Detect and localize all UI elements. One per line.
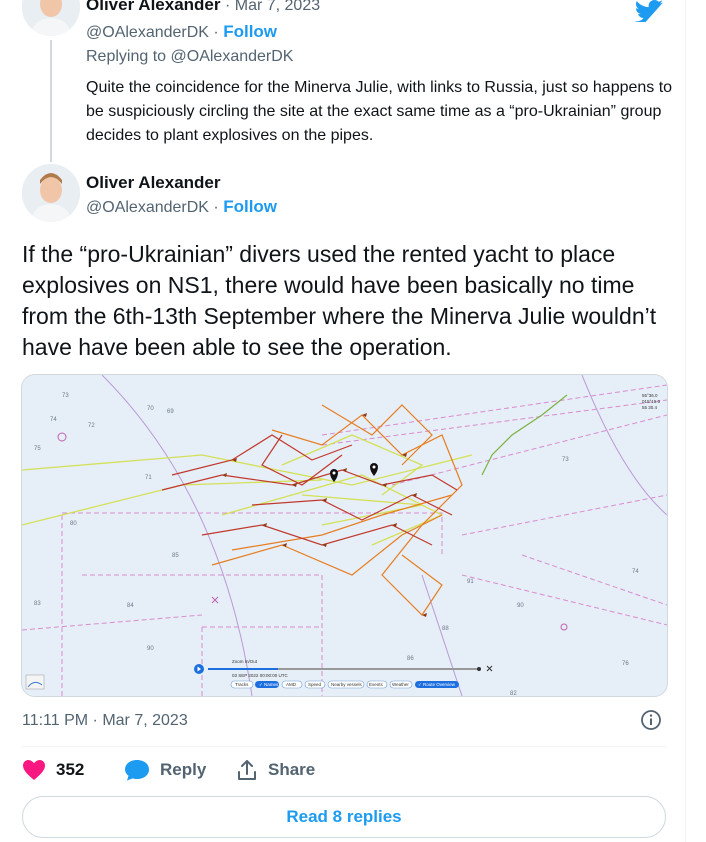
svg-text:86: 86 — [407, 656, 414, 662]
svg-text:90: 90 — [147, 646, 154, 652]
svg-text:AMD: AMD — [286, 682, 297, 687]
share-button[interactable]: Share — [236, 759, 315, 781]
svg-text:Events: Events — [369, 682, 384, 687]
svg-text:76: 76 — [622, 661, 629, 667]
avatar[interactable] — [22, 164, 80, 222]
svg-text:75: 75 — [34, 446, 41, 452]
author-name[interactable]: Oliver Alexander — [86, 173, 221, 193]
svg-text:73: 73 — [562, 457, 569, 463]
svg-text:015°15.0: 015°15.0 — [642, 399, 661, 404]
svg-text:✓ Route Overview: ✓ Route Overview — [418, 682, 456, 687]
reply-bubble-icon — [125, 760, 149, 781]
svg-text:74: 74 — [632, 569, 639, 575]
svg-text:73: 73 — [62, 393, 69, 399]
info-icon[interactable] — [640, 709, 662, 736]
svg-text:85: 85 — [172, 553, 179, 559]
follow-button[interactable]: Follow — [223, 22, 277, 41]
svg-text:Weather: Weather — [392, 682, 409, 687]
author-handle[interactable]: @OAlexanderDK — [86, 199, 209, 216]
share-icon — [238, 760, 256, 780]
tweet-timestamp[interactable]: 11:11 PM · Mar 7, 2023 — [22, 712, 188, 730]
follow-button[interactable]: Follow — [223, 197, 277, 216]
replying-to: Replying to @OAlexanderDK — [86, 48, 294, 65]
svg-text:74: 74 — [50, 417, 57, 423]
svg-text:80: 80 — [70, 521, 77, 527]
svg-text:Tracks: Tracks — [235, 682, 249, 687]
heart-icon — [23, 760, 45, 780]
avatar[interactable] — [22, 0, 80, 36]
svg-text:70: 70 — [147, 406, 154, 412]
like-count: 352 — [56, 760, 85, 779]
svg-text:71: 71 — [145, 475, 152, 481]
author-handle[interactable]: @OAlexanderDK — [86, 24, 209, 41]
share-label: Share — [268, 760, 316, 779]
author-name[interactable]: Oliver Alexander — [86, 0, 221, 14]
read-replies-label: Read 8 replies — [286, 807, 402, 826]
map-chips: Tracks ✓ Names AMD Speed Nearby vessels … — [230, 680, 459, 689]
svg-text:Nearby vessels: Nearby vessels — [331, 682, 363, 687]
main-tweet-text: If the “pro-Ukrainian” divers used the r… — [22, 241, 657, 360]
tweet-date[interactable]: Mar 7, 2023 — [235, 0, 320, 14]
svg-text:83: 83 — [34, 601, 41, 607]
svg-text:55°36.0: 55°36.0 — [642, 393, 658, 398]
read-replies-button[interactable]: Read 8 replies — [22, 796, 666, 838]
timeline-border — [685, 0, 686, 842]
svg-text:Speed: Speed — [308, 682, 322, 687]
svg-text:69: 69 — [167, 409, 174, 415]
replying-to-handle[interactable]: @OAlexanderDK — [171, 48, 294, 65]
reply-button[interactable]: Reply — [124, 759, 206, 781]
svg-text:55 30.4: 55 30.4 — [642, 405, 658, 410]
svg-text:88: 88 — [442, 626, 449, 632]
svg-text:90: 90 — [517, 603, 524, 609]
twitter-bird-icon[interactable] — [634, 0, 664, 27]
svg-text:72: 72 — [88, 423, 95, 429]
map-legend-icon — [25, 674, 45, 690]
like-button[interactable]: 352 — [22, 759, 84, 781]
svg-text:✓ Names: ✓ Names — [259, 682, 279, 687]
svg-text:84: 84 — [127, 603, 134, 609]
reply-label: Reply — [160, 760, 207, 779]
playback-date: 03 SEP 2022 00:00:00 UTC — [232, 673, 288, 678]
divider — [22, 746, 666, 747]
svg-text:Zoom In/Out: Zoom In/Out — [232, 659, 258, 664]
tweet-media-map[interactable]: 73 74 75 72 70 69 71 80 83 84 85 90 91 90 73 74 76 8… — [21, 374, 668, 697]
svg-text:82: 82 — [510, 691, 517, 696]
reply-tweet-text: Quite the coincidence for the Minerva Ju… — [86, 79, 673, 144]
ship-track-map: 73 74 75 72 70 69 71 80 83 84 85 90 91 90 73 74 76 8… — [22, 375, 667, 696]
thread-connector-line — [50, 40, 52, 162]
svg-text:91: 91 — [467, 579, 474, 585]
